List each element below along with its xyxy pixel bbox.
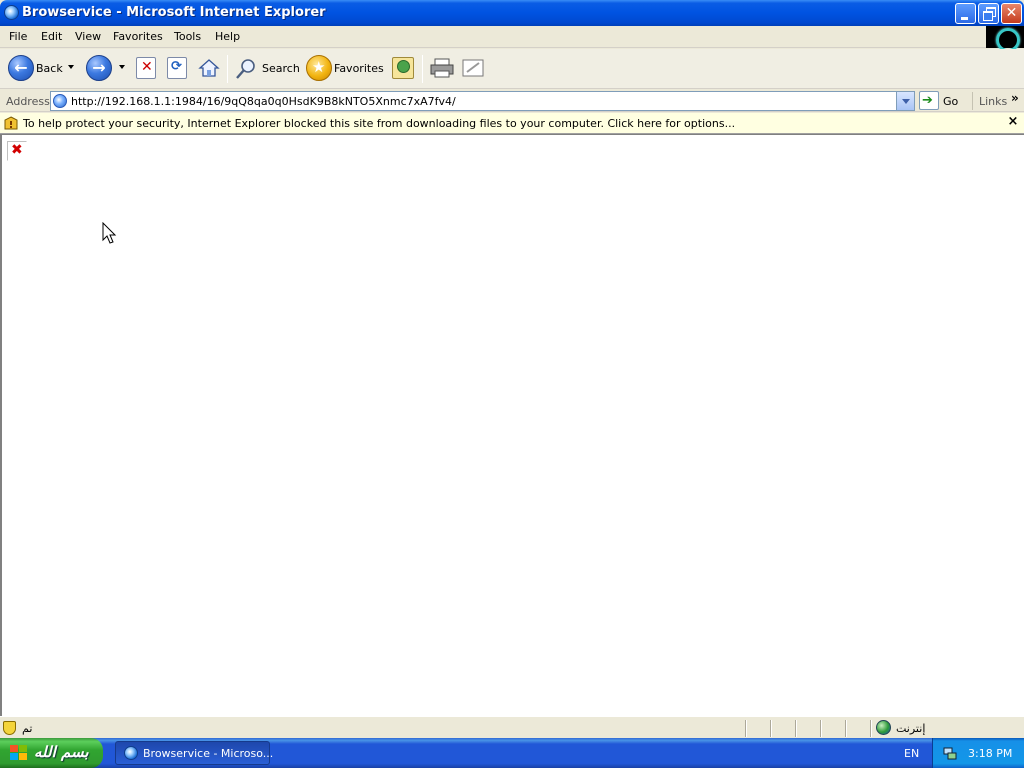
information-bar[interactable]: To help protect your security, Internet … xyxy=(0,113,1024,134)
links-label[interactable]: Links xyxy=(979,95,1007,108)
start-button[interactable]: بسم الله xyxy=(0,738,103,768)
minimize-button[interactable] xyxy=(955,3,976,24)
clock[interactable]: 3:18 PM xyxy=(968,747,1012,760)
security-shield-icon xyxy=(4,116,18,130)
standard-toolbar: ← Back → ✕ ⟳ Search ★ Favorites xyxy=(0,49,1024,89)
status-separator xyxy=(770,720,772,737)
status-separator xyxy=(745,720,747,737)
toolbar-separator xyxy=(227,55,228,83)
address-url[interactable]: http://192.168.1.1:1984/16/9qQ8qa0q0HsdK… xyxy=(71,95,456,108)
status-separator xyxy=(870,720,872,737)
status-separator xyxy=(820,720,822,737)
status-bar: تم إنترنت xyxy=(0,716,1024,738)
ie-taskbar-icon xyxy=(124,746,138,760)
page-content[interactable]: ✖ xyxy=(0,134,1024,716)
status-text: تم xyxy=(22,722,33,735)
menu-bar: File Edit View Favorites Tools Help xyxy=(0,26,1024,48)
forward-arrow-icon[interactable]: → xyxy=(86,55,112,81)
address-bar: Address http://192.168.1.1:1984/16/9qQ8q… xyxy=(0,90,1024,112)
go-button-label[interactable]: Go xyxy=(943,95,958,108)
links-chevron-icon[interactable]: » xyxy=(1011,91,1019,105)
menu-help[interactable]: Help xyxy=(215,30,240,43)
favorites-button-label[interactable]: Favorites xyxy=(334,62,384,75)
address-dropdown-button[interactable] xyxy=(896,92,914,110)
history-icon[interactable] xyxy=(392,57,414,79)
taskbar-window-label: Browservice - Microso... xyxy=(143,747,274,760)
search-icon[interactable] xyxy=(235,57,257,81)
back-button-label[interactable]: Back xyxy=(36,62,63,75)
stop-icon[interactable]: ✕ xyxy=(136,57,156,79)
refresh-icon[interactable]: ⟳ xyxy=(167,57,187,79)
close-icon[interactable]: × xyxy=(1005,114,1021,130)
menu-edit[interactable]: Edit xyxy=(41,30,62,43)
print-icon[interactable] xyxy=(430,58,454,78)
menu-file[interactable]: File xyxy=(9,30,27,43)
back-dropdown-arrow[interactable] xyxy=(68,65,74,69)
title-bar[interactable]: Browservice - Microsoft Internet Explore… xyxy=(0,0,1024,26)
forward-dropdown-arrow[interactable] xyxy=(119,65,125,69)
network-tray-icon[interactable] xyxy=(943,746,957,760)
windows-throbber-logo xyxy=(986,26,1024,52)
start-button-label: بسم الله xyxy=(34,743,89,761)
language-indicator[interactable]: EN xyxy=(904,747,919,760)
taskbar: بسم الله Browservice - Microso... EN 3:1… xyxy=(0,738,1024,768)
search-button-label[interactable]: Search xyxy=(262,62,300,75)
menu-view[interactable]: View xyxy=(75,30,101,43)
restore-button[interactable] xyxy=(978,3,999,24)
system-tray: 3:18 PM xyxy=(932,738,1024,768)
menu-tools[interactable]: Tools xyxy=(174,30,201,43)
status-separator xyxy=(795,720,797,737)
links-separator xyxy=(972,92,973,110)
menu-favorites[interactable]: Favorites xyxy=(113,30,163,43)
toolbar-separator xyxy=(422,55,423,83)
go-arrow-icon[interactable]: ➔ xyxy=(919,91,939,110)
status-separator xyxy=(845,720,847,737)
edit-page-icon[interactable] xyxy=(461,58,485,78)
information-bar-text[interactable]: To help protect your security, Internet … xyxy=(23,117,735,130)
shield-icon xyxy=(3,721,16,735)
broken-image-icon: ✖ xyxy=(7,141,27,161)
internet-zone-globe-icon[interactable] xyxy=(876,720,891,735)
page-icon xyxy=(53,94,67,108)
ie-app-icon[interactable] xyxy=(4,5,19,20)
favorites-star-icon[interactable]: ★ xyxy=(306,55,332,81)
home-icon[interactable] xyxy=(198,57,220,79)
address-label: Address xyxy=(6,95,50,108)
window-title: Browservice - Microsoft Internet Explore… xyxy=(22,5,326,20)
close-window-button[interactable]: ✕ xyxy=(1001,3,1022,24)
back-arrow-icon[interactable]: ← xyxy=(8,55,34,81)
close-icon: ✕ xyxy=(1005,5,1018,21)
security-zone-label[interactable]: إنترنت xyxy=(896,722,925,735)
address-input[interactable]: http://192.168.1.1:1984/16/9qQ8qa0q0HsdK… xyxy=(50,91,915,111)
windows-logo-icon xyxy=(10,745,28,761)
taskbar-window-button[interactable]: Browservice - Microso... xyxy=(115,741,274,765)
